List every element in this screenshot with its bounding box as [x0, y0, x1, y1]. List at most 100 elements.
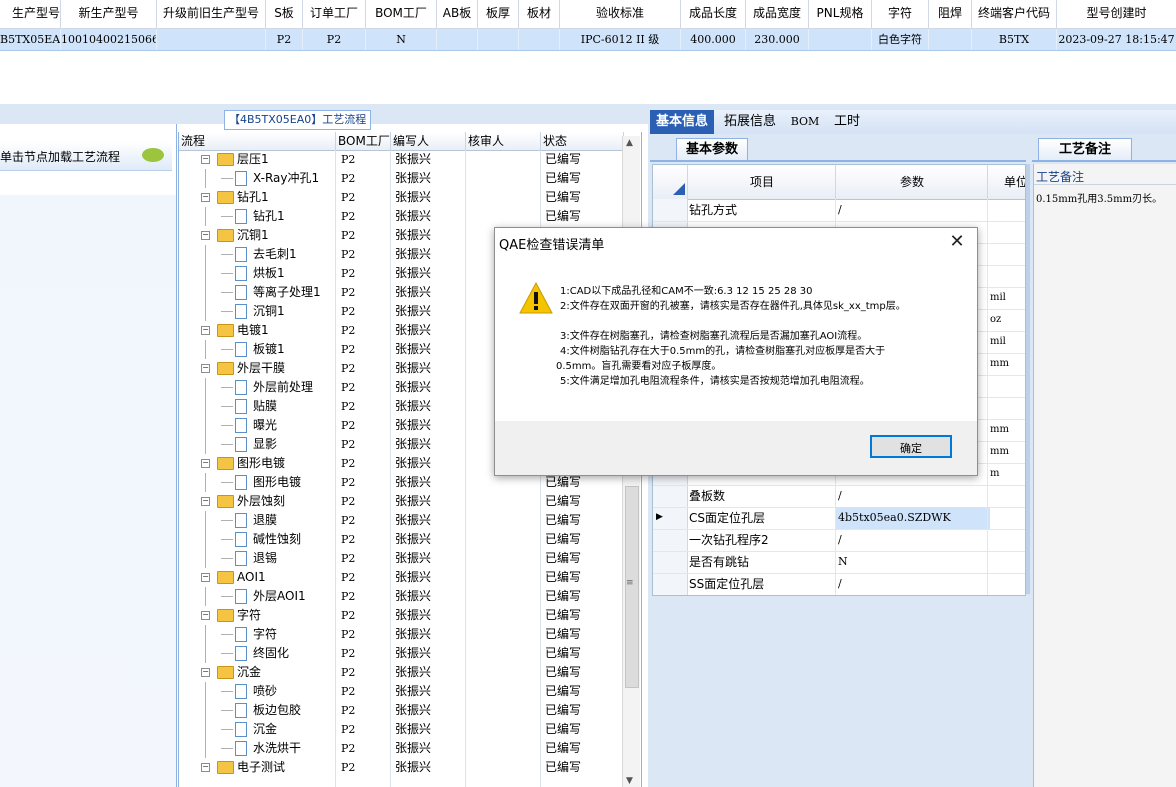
writer: 张振兴 — [395, 551, 432, 565]
col-header-writer[interactable]: 编写人 — [391, 132, 466, 150]
tree-row[interactable]: 板边包胶 P2 张振兴 已编写 — [179, 701, 623, 720]
param-value[interactable]: 4b5tx05ea0.SZDWK — [835, 507, 990, 529]
top-cell[interactable] — [437, 29, 478, 50]
top-col-header[interactable]: PNL规格 — [809, 0, 872, 28]
param-row[interactable]: 叠板数 / — [653, 485, 1025, 508]
param-value[interactable]: / — [835, 199, 990, 221]
top-cell[interactable]: N — [366, 29, 437, 50]
top-cell[interactable]: IPC-6012 II 级 — [560, 29, 681, 50]
load-hint-bar[interactable]: 单击节点加载工艺流程 — [0, 142, 172, 171]
tab-bom[interactable]: BOM — [788, 110, 822, 134]
tree-row[interactable]: − 层压1 P2 张振兴 已编写 — [179, 150, 623, 169]
tab-basic-info[interactable]: 基本信息 — [650, 110, 714, 134]
collapse-icon[interactable]: − — [201, 459, 210, 468]
top-cell[interactable]: P2 — [303, 29, 366, 50]
top-cell[interactable]: 白色字符 — [872, 29, 929, 50]
top-cell[interactable] — [478, 29, 519, 50]
col-header-status[interactable]: 状态 — [541, 132, 624, 150]
collapse-icon[interactable]: − — [201, 668, 210, 677]
top-col-header[interactable]: 升级前旧生产型号 — [157, 0, 266, 28]
top-col-header[interactable]: 验收标准 — [560, 0, 681, 28]
param-value[interactable]: / — [835, 529, 990, 551]
tab-work-hours[interactable]: 工时 — [828, 110, 866, 134]
tree-row[interactable]: 碱性蚀刻 P2 张振兴 已编写 — [179, 530, 623, 549]
top-col-header[interactable]: 订单工厂 — [303, 0, 366, 28]
tab-extended-info[interactable]: 拓展信息 — [720, 110, 780, 134]
close-icon[interactable]: ✕ — [943, 230, 971, 254]
col-header-bom[interactable]: BOM工厂 — [336, 132, 391, 150]
top-grid-selected-row[interactable]: B5TX05EA0 10010400215066 P2 P2 N IPC-6012 II … — [0, 29, 1176, 51]
top-cell[interactable] — [929, 29, 972, 50]
col-header-reviewer[interactable]: 核审人 — [466, 132, 541, 150]
tab-process-notes[interactable]: 工艺备注 — [1038, 138, 1132, 161]
top-col-header[interactable]: 终端客户代码 — [972, 0, 1057, 28]
scroll-down-icon[interactable]: ▼ — [626, 776, 633, 786]
col-header-flow[interactable]: 流程 — [179, 132, 336, 150]
top-col-header[interactable]: 板厚 — [478, 0, 519, 28]
top-cell[interactable] — [809, 29, 872, 50]
collapse-icon[interactable]: − — [201, 155, 210, 164]
top-cell[interactable]: 2023-09-27 18:15:47 — [1057, 29, 1176, 50]
top-cell[interactable]: 10010400215066 — [61, 29, 157, 50]
tree-row[interactable]: − 外层蚀刻 P2 张振兴 已编写 — [179, 492, 623, 511]
param-row[interactable]: 是否有跳钻 N — [653, 551, 1025, 574]
tree-row[interactable]: X-Ray冲孔1 P2 张振兴 已编写 — [179, 169, 623, 188]
collapse-icon[interactable]: − — [201, 763, 210, 772]
top-col-header[interactable]: 阻焊 — [929, 0, 972, 28]
ok-button[interactable]: 确定 — [870, 435, 952, 458]
top-col-header[interactable]: AB板 — [437, 0, 478, 28]
message-line: 1:CAD以下成品孔径和CAM不一致:6.3 12 15 25 28 30 — [560, 286, 813, 297]
top-col-header[interactable]: 板材 — [519, 0, 560, 28]
tree-row[interactable]: 终固化 P2 张振兴 已编写 — [179, 644, 623, 663]
col-header-param[interactable]: 参数 — [835, 165, 988, 199]
tree-row[interactable]: 水洗烘干 P2 张振兴 已编写 — [179, 739, 623, 758]
tree-row[interactable]: − 字符 P2 张振兴 已编写 — [179, 606, 623, 625]
top-cell[interactable]: P2 — [266, 29, 303, 50]
top-col-header[interactable]: 字符 — [872, 0, 929, 28]
param-row[interactable]: ▶ CS面定位孔层 4b5tx05ea0.SZDWK — [653, 507, 1025, 530]
param-value[interactable]: / — [835, 485, 990, 507]
top-col-header[interactable]: 成品长度 — [681, 0, 746, 28]
param-value[interactable]: / — [835, 573, 990, 595]
col-header-unit[interactable]: 单位 — [987, 165, 1025, 199]
collapse-icon[interactable]: − — [201, 193, 210, 202]
collapse-icon[interactable]: − — [201, 326, 210, 335]
notes-text[interactable]: 0.15mm孔用3.5mm刃长。 — [1036, 190, 1162, 205]
top-cell[interactable]: 230.000 — [746, 29, 809, 50]
collapse-icon[interactable]: − — [201, 231, 210, 240]
top-col-header[interactable]: BOM工厂 — [366, 0, 437, 28]
col-header-item[interactable]: 项目 — [687, 165, 836, 199]
tree-row[interactable]: 沉金 P2 张振兴 已编写 — [179, 720, 623, 739]
top-cell[interactable]: B5TX — [972, 29, 1057, 50]
top-cell[interactable]: 400.000 — [681, 29, 746, 50]
tree-row[interactable]: − 电子测试 P2 张振兴 已编写 — [179, 758, 623, 777]
top-col-header[interactable]: 型号创建时 — [1057, 0, 1176, 28]
collapse-icon[interactable]: − — [201, 497, 210, 506]
top-cell[interactable] — [519, 29, 560, 50]
param-value[interactable]: N — [835, 551, 990, 573]
tree-row[interactable]: 字符 P2 张振兴 已编写 — [179, 625, 623, 644]
top-col-header[interactable]: 成品宽度 — [746, 0, 809, 28]
tree-row[interactable]: 退膜 P2 张振兴 已编写 — [179, 511, 623, 530]
tree-row[interactable]: 外层AOI1 P2 张振兴 已编写 — [179, 587, 623, 606]
top-cell[interactable] — [157, 29, 266, 50]
param-row[interactable]: 钻孔方式 / — [653, 199, 1025, 222]
param-row[interactable]: SS面定位孔层 / — [653, 573, 1025, 595]
param-row[interactable]: 一次钻孔程序2 / — [653, 529, 1025, 552]
scroll-up-icon[interactable]: ▲ — [626, 138, 633, 148]
top-col-header[interactable]: 新生产型号 — [61, 0, 157, 28]
collapse-icon[interactable]: − — [201, 364, 210, 373]
top-col-header[interactable]: S板 — [266, 0, 303, 28]
tree-row[interactable]: − AOI1 P2 张振兴 已编写 — [179, 568, 623, 587]
tree-row[interactable]: − 沉金 P2 张振兴 已编写 — [179, 663, 623, 682]
collapse-icon[interactable]: − — [201, 611, 210, 620]
tree-row[interactable]: − 钻孔1 P2 张振兴 已编写 — [179, 188, 623, 207]
tree-row[interactable]: 钻孔1 P2 张振兴 已编写 — [179, 207, 623, 226]
top-col-header[interactable]: 生产型号 — [0, 0, 61, 28]
tree-row[interactable]: 退锡 P2 张振兴 已编写 — [179, 549, 623, 568]
top-cell[interactable]: B5TX05EA0 — [0, 29, 61, 50]
tree-row[interactable]: 喷砂 P2 张振兴 已编写 — [179, 682, 623, 701]
collapse-icon[interactable]: − — [201, 573, 210, 582]
select-all-icon[interactable] — [673, 183, 685, 195]
subtab-basic-params[interactable]: 基本参数 — [676, 138, 748, 161]
